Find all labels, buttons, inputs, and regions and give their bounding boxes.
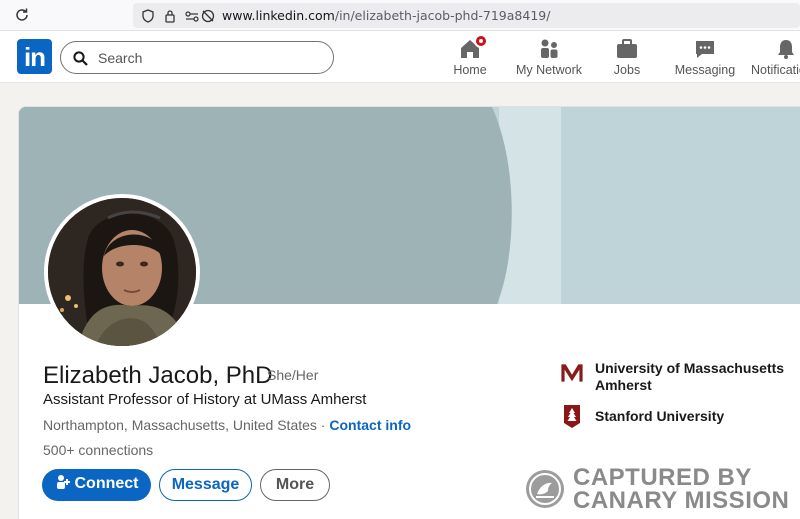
nav-item-messaging[interactable]: Messaging <box>667 37 743 77</box>
nav-label-my-network: My Network <box>516 63 582 77</box>
shield-icon[interactable] <box>141 9 155 23</box>
canary-mission-watermark: CAPTURED BY CANARY MISSION <box>526 466 796 514</box>
profile-location: Northampton, Massachusetts, United State… <box>43 417 411 433</box>
nav-item-notifications[interactable]: Notifications <box>746 37 800 77</box>
nav-label-messaging: Messaging <box>674 63 736 77</box>
profile-card: Elizabeth Jacob, PhD She/Her Assistant P… <box>18 106 800 519</box>
separator-dot: · <box>316 417 330 433</box>
network-icon <box>541 39 558 58</box>
education-item-umass[interactable]: University of Massachusetts Amherst <box>559 360 799 396</box>
search-box[interactable] <box>60 41 334 74</box>
stanford-logo <box>564 405 580 428</box>
canary-bird-icon <box>526 470 564 508</box>
location-text: Northampton, Massachusetts, United State… <box>43 417 317 433</box>
briefcase-icon <box>617 39 637 58</box>
permissions-icon[interactable] <box>185 9 199 23</box>
profile-photo[interactable] <box>44 194 200 350</box>
more-button[interactable]: More <box>260 469 330 501</box>
url-host: www.linkedin.com <box>222 8 335 23</box>
bell-icon <box>778 40 794 59</box>
notification-badge <box>474 34 488 48</box>
education-name-stanford: Stanford University <box>595 408 725 424</box>
connect-button[interactable]: Connect <box>42 469 151 501</box>
message-button[interactable]: Message <box>159 469 252 501</box>
nav-label-notifications: Notifications <box>751 63 800 77</box>
umass-name-line1: University of Massachusetts <box>595 360 785 376</box>
profile-pronouns: She/Her <box>267 367 319 383</box>
browser-toolbar: www.linkedin.com/in/elizabeth-jacob-phd-… <box>0 0 800 31</box>
linkedin-global-nav: in Home My Network <box>0 31 800 83</box>
linkedin-logo[interactable]: in <box>17 39 52 74</box>
search-icon <box>73 51 88 66</box>
watermark-text: CAPTURED BY CANARY MISSION <box>573 466 790 514</box>
url-text[interactable]: www.linkedin.com/in/elizabeth-jacob-phd-… <box>222 8 550 23</box>
connect-label: Connect <box>74 475 139 492</box>
profile-name: Elizabeth Jacob, PhD <box>43 362 273 389</box>
search-input[interactable] <box>98 48 318 68</box>
address-bar[interactable]: www.linkedin.com/in/elizabeth-jacob-phd-… <box>133 3 800 28</box>
profile-photo-image <box>48 198 196 346</box>
nav-label-jobs: Jobs <box>613 63 641 77</box>
watermark-line2: CANARY MISSION <box>573 487 790 514</box>
profile-headline: Assistant Professor of History at UMass … <box>43 391 367 408</box>
message-icon <box>696 41 714 58</box>
contact-info-link[interactable]: Contact info <box>329 417 411 433</box>
education-item-stanford[interactable]: Stanford University <box>559 403 799 431</box>
nav-item-my-network[interactable]: My Network <box>511 37 587 77</box>
tracking-blocked-icon[interactable] <box>201 9 215 23</box>
umass-name-line2: Amherst <box>595 377 652 393</box>
reload-icon[interactable] <box>14 7 30 23</box>
education-name-umass: University of Massachusetts Amherst <box>595 360 784 394</box>
url-path: /in/elizabeth-jacob-phd-719a8419/ <box>334 8 551 23</box>
umass-logo <box>560 363 584 383</box>
nav-item-jobs[interactable]: Jobs <box>589 37 665 77</box>
lock-icon[interactable] <box>163 9 177 23</box>
add-person-icon <box>56 475 70 489</box>
nav-item-home[interactable]: Home <box>432 34 508 77</box>
connections-count[interactable]: 500+ connections <box>43 442 153 458</box>
nav-label-home: Home <box>453 63 487 77</box>
